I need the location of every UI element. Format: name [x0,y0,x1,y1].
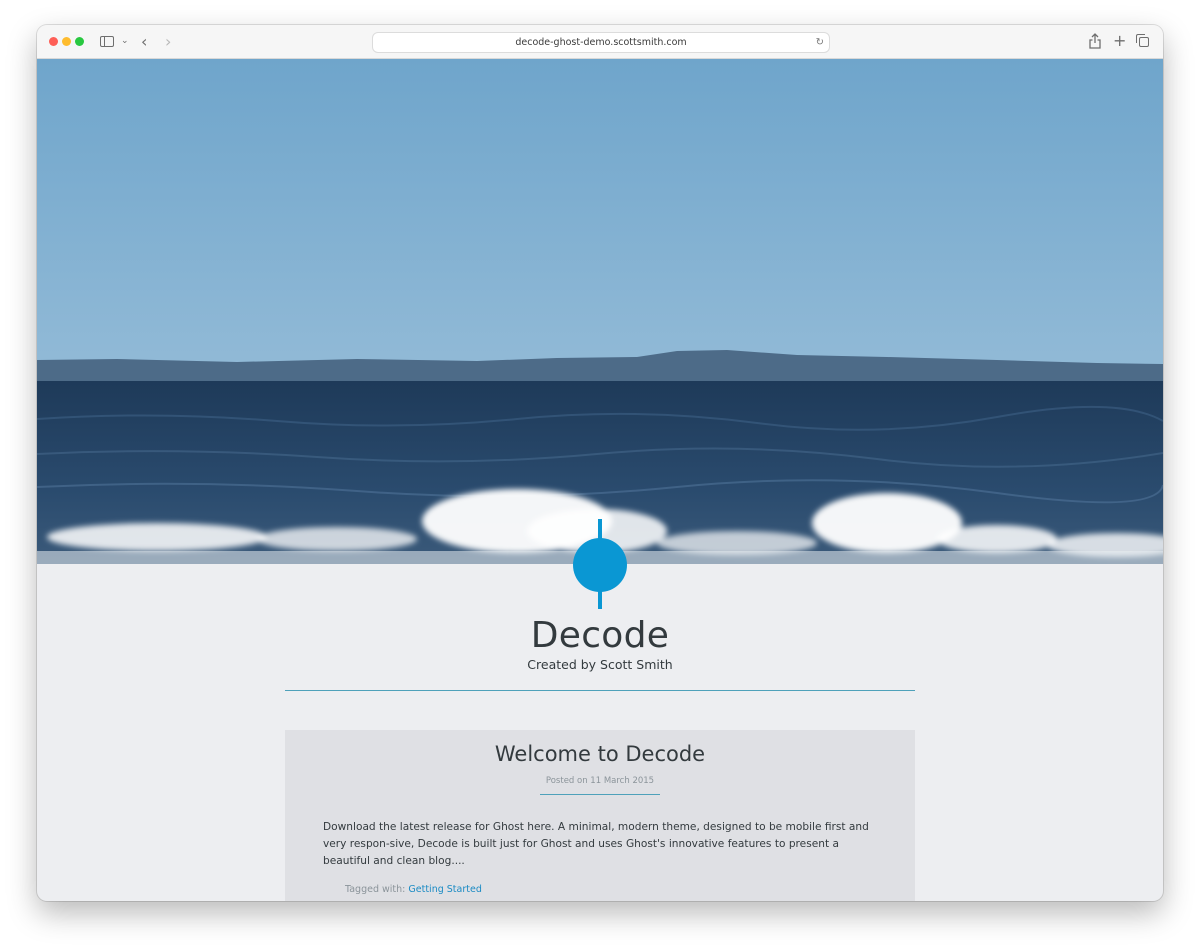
post-excerpt: Download the latest release for Ghost he… [323,821,869,867]
reload-icon[interactable]: ↻ [816,33,824,52]
site-description: Created by Scott Smith [527,657,673,672]
share-icon[interactable] [1089,33,1103,50]
address-url: decode-ghost-demo.scottsmith.com [515,37,687,48]
maximize-window-button[interactable] [75,37,84,46]
browser-toolbar: ⌄ ‹ › decode-ghost-demo.scottsmith.com ↻… [37,25,1163,59]
back-icon[interactable]: ‹ [141,33,147,50]
tags-label: Tagged with: [345,884,406,895]
close-window-button[interactable] [49,37,58,46]
forward-icon[interactable]: › [165,33,171,50]
post-tags: Tagged with: Getting Started [345,884,482,895]
chevron-down-icon[interactable]: ⌄ [121,33,129,50]
tab-overview-icon[interactable] [1136,33,1150,50]
minimize-window-button[interactable] [62,37,71,46]
post-date-divider [540,794,660,795]
address-bar[interactable]: decode-ghost-demo.scottsmith.com ↻ [372,32,830,53]
new-tab-icon[interactable]: + [1113,33,1126,50]
site-title[interactable]: Decode [37,615,1163,656]
post-title[interactable]: Welcome to Decode [285,742,915,766]
hero-image [37,59,1163,564]
header-divider [285,690,915,691]
sidebar-icon[interactable] [100,33,114,50]
site-logo[interactable] [572,519,628,609]
tag-link[interactable]: Getting Started [408,884,481,895]
post-card: Welcome to Decode Posted on 11 March 201… [285,730,915,901]
browser-window: ⌄ ‹ › decode-ghost-demo.scottsmith.com ↻… [37,25,1163,901]
post-date: Posted on 11 March 2015 [545,776,655,786]
